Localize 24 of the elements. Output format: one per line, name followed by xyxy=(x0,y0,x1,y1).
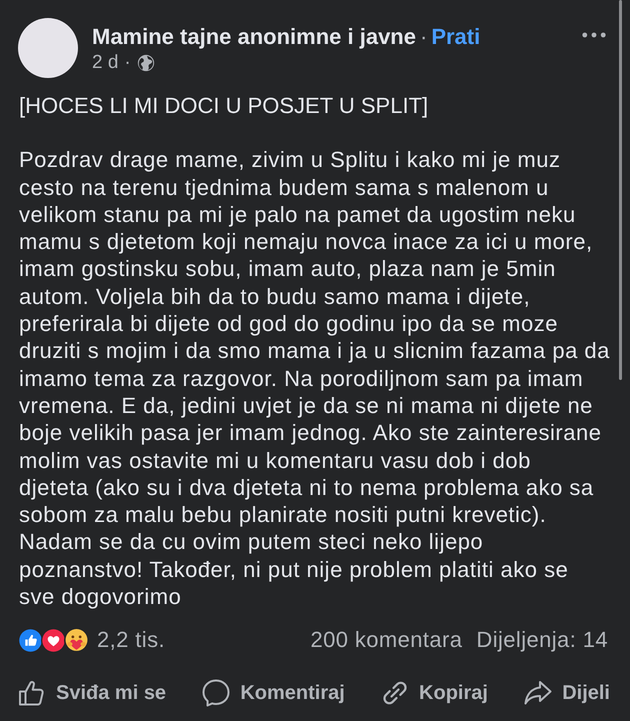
comment-button[interactable]: Komentiraj xyxy=(202,679,345,708)
separator-dot: · xyxy=(124,52,131,74)
hugging-face-icon xyxy=(64,628,89,653)
more-options-icon[interactable] xyxy=(582,32,606,38)
heart-reaction-icon xyxy=(41,628,66,653)
post-text: Pozdrav drage mame, zivim u Splitu i kako mi je muz cesto na terenu tjednima budem sama s malenom u velikom stanu pa mi je palo na pamet da ugostim neku mamu s djetetom koji nemaju novca inace za ici u more, imam gostinsku sobu, imam auto, plaza nam je 5min autom. Voljela bih da to budu samo mama i dijete, preferirala bi dijete od god do godinu ipo da se moze druziti s mojim i da smo mama i ja u slicnim fazama pa da imamo tema za razgovor. Na porodiljnom sam pa imam vremena. E da, jedini uvjet je da se ni mama ni dijete ne boje velikih pasa jer imam jednog. Ako ste zainteresirane molim vas ostavite mi u komentaru vasu dob i dob djeteta (ako su i dva djeteta ni to nema problema ako sa sobom za malu bebu planirate nositi putni krevetic). Nadam se da cu ovim putem steci neko lijepo poznanstvo! Također, ni put nije problem platiti ako se sve dogovorimo xyxy=(19,146,611,610)
like-reaction-icon xyxy=(18,628,43,653)
page-name-link[interactable]: Mamine tajne anonimne i javne xyxy=(92,24,416,49)
globe-icon xyxy=(136,54,155,72)
like-button[interactable]: Sviđa mi se xyxy=(18,679,166,708)
post-time[interactable]: 2 d xyxy=(92,52,118,74)
post-title: [HOCES LI MI DOCI U POSJET U SPLIT] xyxy=(19,92,428,120)
share-button[interactable]: Dijeli xyxy=(524,679,610,708)
comment-count-link[interactable]: 200 komentara xyxy=(310,627,462,654)
comment-bubble-icon xyxy=(202,679,230,708)
thumbs-up-icon xyxy=(18,679,46,708)
share-arrow-icon xyxy=(524,679,552,708)
follow-link[interactable]: Prati xyxy=(431,24,480,49)
link-icon xyxy=(381,679,410,708)
share-count-link[interactable]: Dijeljenja: 14 xyxy=(476,627,608,654)
link-button[interactable]: Kopiraj xyxy=(381,679,488,708)
separator-dot: · xyxy=(420,24,428,49)
scrollbar-thumb[interactable] xyxy=(619,0,622,380)
reaction-count[interactable]: 2,2 tis. xyxy=(97,627,166,654)
